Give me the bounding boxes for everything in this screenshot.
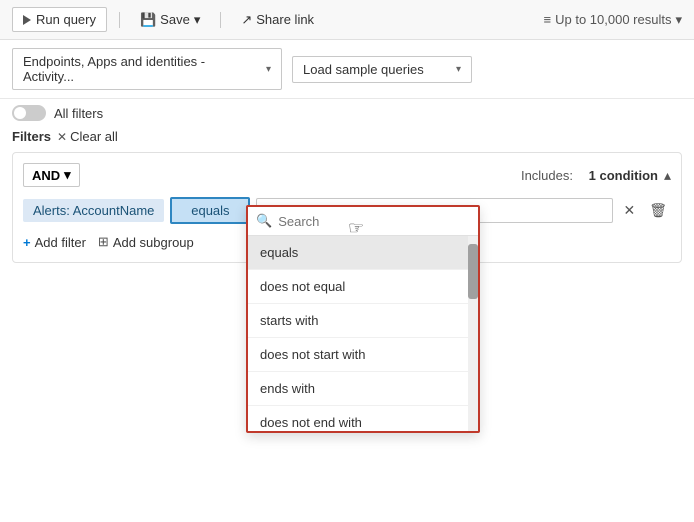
dropdown-item-equals[interactable]: equals	[248, 236, 478, 270]
dropdown-item-starts-with[interactable]: starts with	[248, 304, 478, 338]
all-filters-row: All filters	[0, 99, 694, 127]
dropdown-item-label: ends with	[260, 381, 315, 396]
plus-icon: +	[23, 235, 31, 250]
filters-title: Filters	[12, 129, 51, 144]
and-chevron-icon: ▾	[64, 167, 71, 183]
operator-dropdown: 🔍 equals does not equal starts with does…	[246, 205, 480, 433]
operator-label: equals	[191, 203, 229, 218]
toolbar-right: ≡ Up to 10,000 results ▾	[544, 12, 682, 28]
toolbar-left: Run query 💾 Save ▾ ↗ Share link	[12, 7, 322, 32]
operator-button[interactable]: equals	[170, 197, 250, 224]
filter-delete-icon: 🗑	[649, 202, 667, 218]
share-icon: ↗	[241, 12, 252, 28]
toolbar-divider	[119, 12, 120, 28]
filter-field-label: Alerts: AccountName	[33, 203, 154, 218]
filter-field-tag[interactable]: Alerts: AccountName	[23, 199, 164, 222]
filter-group-header: AND ▾ Includes: 1 condition ▴	[23, 163, 671, 187]
results-chevron-icon: ▾	[675, 12, 682, 28]
sample-queries-label: Load sample queries	[303, 62, 424, 77]
all-filters-toggle[interactable]	[12, 105, 46, 121]
toolbar: Run query 💾 Save ▾ ↗ Share link ≡ Up to …	[0, 0, 694, 40]
results-label: Up to 10,000 results	[555, 12, 671, 27]
includes-count: 1 condition	[589, 168, 658, 183]
includes-prefix: Includes:	[521, 168, 573, 183]
filter-delete-button[interactable]: 🗑	[645, 200, 671, 221]
includes-text: Includes: 1 condition ▴	[521, 167, 671, 184]
dropdown-item-label: does not equal	[260, 279, 345, 294]
dropdown-item-does-not-start-with[interactable]: does not start with	[248, 338, 478, 372]
endpoint-chevron-icon: ▾	[266, 64, 271, 75]
dropdown-search-icon: 🔍	[256, 213, 272, 229]
results-icon: ≡	[544, 12, 552, 27]
dropdown-item-does-not-end-with[interactable]: does not end with	[248, 406, 478, 431]
save-button[interactable]: 💾 Save ▾	[132, 8, 208, 32]
run-query-button[interactable]: Run query	[12, 7, 107, 32]
dropdown-item-label: does not end with	[260, 415, 362, 430]
add-filter-button[interactable]: + Add filter	[23, 233, 86, 252]
collapse-icon[interactable]: ▴	[664, 167, 671, 184]
subgroup-icon: ⊞	[98, 234, 109, 250]
dropdown-item-label: does not start with	[260, 347, 366, 362]
sample-queries-dropdown[interactable]: Load sample queries ▾	[292, 56, 472, 83]
dropdown-search-input[interactable]	[278, 214, 470, 229]
run-query-label: Run query	[36, 12, 96, 27]
dropdown-list: equals does not equal starts with does n…	[248, 236, 478, 431]
save-chevron-icon: ▾	[194, 12, 201, 28]
scrollbar-track[interactable]	[468, 236, 478, 431]
toolbar-divider2	[220, 12, 221, 28]
filter-close-button[interactable]: ✕	[619, 200, 639, 221]
dropdown-search-box: 🔍	[248, 207, 478, 236]
and-label: AND	[32, 168, 60, 183]
filters-header: Filters ✕ Clear all	[0, 127, 694, 152]
add-filter-label: Add filter	[35, 235, 86, 250]
dropdown-item-label: equals	[260, 245, 298, 260]
share-link-label: Share link	[256, 12, 314, 27]
add-subgroup-button[interactable]: ⊞ Add subgroup	[98, 232, 194, 252]
clear-all-x-icon: ✕	[57, 130, 67, 144]
and-button[interactable]: AND ▾	[23, 163, 80, 187]
dropdown-item-label: starts with	[260, 313, 319, 328]
endpoint-dropdown-label: Endpoints, Apps and identities - Activit…	[23, 54, 258, 84]
filter-close-icon: ✕	[623, 202, 635, 218]
sample-queries-chevron-icon: ▾	[456, 64, 461, 75]
save-icon: 💾	[140, 12, 156, 28]
play-icon	[23, 15, 31, 25]
dropdowns-row: Endpoints, Apps and identities - Activit…	[0, 40, 694, 99]
share-link-button[interactable]: ↗ Share link	[233, 8, 322, 32]
clear-all-button[interactable]: ✕ Clear all	[57, 129, 118, 144]
clear-all-label: Clear all	[70, 129, 118, 144]
save-label: Save	[160, 12, 190, 27]
all-filters-label: All filters	[54, 106, 103, 121]
dropdown-item-does-not-equal[interactable]: does not equal	[248, 270, 478, 304]
scrollbar-thumb[interactable]	[468, 244, 478, 299]
add-subgroup-label: Add subgroup	[113, 235, 194, 250]
endpoint-dropdown[interactable]: Endpoints, Apps and identities - Activit…	[12, 48, 282, 90]
dropdown-item-ends-with[interactable]: ends with	[248, 372, 478, 406]
